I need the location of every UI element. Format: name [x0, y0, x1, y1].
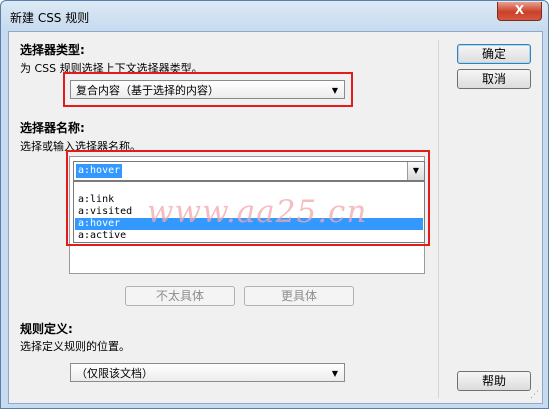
chevron-down-icon: ▼	[331, 369, 338, 378]
more-specific-button[interactable]: 更具体	[244, 286, 354, 306]
watermark: www.aa25.cn	[147, 194, 368, 230]
dialog-client-area: 选择器类型: 为 CSS 规则选择上下文选择器类型。 复合内容（基于选择的内容）…	[8, 31, 543, 404]
window-title: 新建 CSS 规则	[10, 11, 90, 25]
help-button[interactable]: 帮助	[457, 371, 531, 391]
close-icon: X	[514, 3, 525, 17]
rule-definition-hint: 选择定义规则的位置。	[20, 340, 130, 353]
annotation-highlight-box	[63, 72, 353, 107]
cancel-button[interactable]: 取消	[457, 69, 531, 89]
ok-button[interactable]: 确定	[457, 44, 531, 64]
resize-grip-icon[interactable]: ⋰	[530, 390, 539, 400]
divider	[438, 40, 439, 398]
selector-type-heading: 选择器类型:	[20, 43, 85, 57]
rule-definition-heading: 规则定义:	[20, 322, 73, 336]
rule-definition-dropdown[interactable]: （仅限该文档） ▼	[70, 363, 345, 382]
close-button[interactable]: X	[497, 2, 542, 21]
title-bar[interactable]: 新建 CSS 规则 X	[1, 1, 548, 31]
rule-definition-value: （仅限该文档）	[76, 367, 153, 380]
selector-name-heading: 选择器名称:	[20, 121, 85, 135]
less-specific-button[interactable]: 不太具体	[125, 286, 235, 306]
dialog-window: 新建 CSS 规则 X 选择器类型: 为 CSS 规则选择上下文选择器类型。 复…	[0, 0, 549, 409]
